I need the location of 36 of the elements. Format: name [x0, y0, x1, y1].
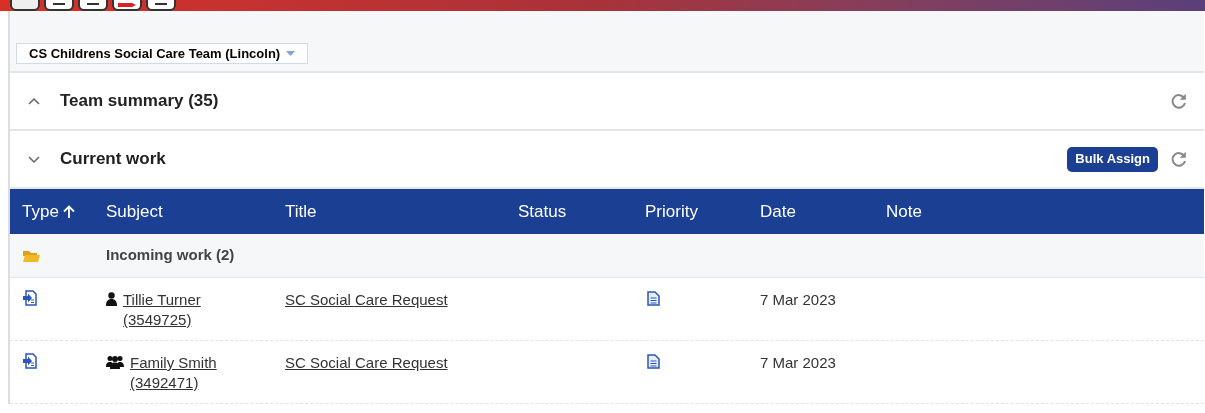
group-label[interactable]: Incoming work (2): [106, 244, 235, 267]
toolbar-button-icon[interactable]: [146, 0, 176, 11]
section-title[interactable]: Current work: [60, 146, 1068, 172]
date-text: 7 Mar 2023: [760, 290, 836, 310]
sort-up-arrow-icon[interactable]: [62, 204, 75, 219]
bulk-assign-button[interactable]: Bulk Assign: [1067, 146, 1158, 172]
toolbar-button-icon[interactable]: [78, 0, 108, 11]
column-header[interactable]: Type: [22, 198, 59, 225]
column-header[interactable]: Subject: [106, 198, 163, 225]
chevron-up-icon[interactable]: [28, 97, 40, 105]
caret-icon: [286, 50, 296, 57]
column-header[interactable]: Status: [518, 198, 567, 225]
person-icon: [106, 292, 117, 306]
toolbar-button-icon[interactable]: [10, 0, 40, 11]
column-header[interactable]: Priority: [645, 198, 698, 225]
subject-link[interactable]: Tillie Turner (3549725): [123, 290, 223, 330]
subject-link[interactable]: Family Smith (3492471): [130, 353, 230, 393]
title-link[interactable]: SC Social Care Request: [285, 290, 448, 310]
toolbar-button-icon[interactable]: [112, 0, 142, 11]
date-text: 7 Mar 2023: [760, 353, 836, 373]
folder-icon: [22, 248, 40, 263]
document-arrow-icon: [22, 353, 37, 369]
chevron-down-icon[interactable]: [28, 155, 40, 163]
refresh-icon[interactable]: [1170, 150, 1188, 168]
title-link[interactable]: SC Social Care Request: [285, 353, 448, 373]
column-header[interactable]: Note: [886, 198, 922, 225]
document-icon: [647, 354, 660, 369]
document-icon: [647, 291, 660, 306]
refresh-icon[interactable]: [1170, 92, 1188, 110]
team-dropdown[interactable]: CS Childrens Social Care Team (Lincoln): [16, 43, 309, 65]
document-arrow-icon: [22, 290, 37, 306]
section-title[interactable]: Team summary (35): [60, 88, 1170, 114]
toolbar-button-icon[interactable]: [44, 0, 74, 11]
column-header[interactable]: Title: [285, 198, 317, 225]
group-icon: [106, 355, 124, 369]
column-header[interactable]: Date: [760, 198, 796, 225]
